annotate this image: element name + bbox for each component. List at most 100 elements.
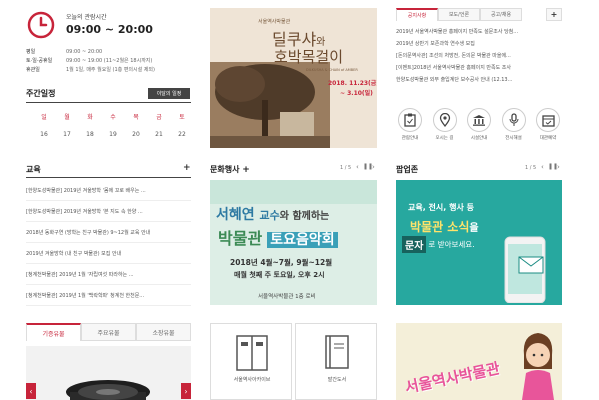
hours-row-value: 1월 1일, 매주 월요일 (1층 편의시설 제외) <box>66 67 155 74</box>
quick-link-label: 관람안내 <box>401 136 419 141</box>
relics-panel: 기증유물 주요유물 소장유물 ‹ › <box>26 323 191 400</box>
quick-link-guide[interactable]: 관람안내 <box>396 108 424 141</box>
culture-next-arrow[interactable]: › <box>372 163 375 171</box>
popup-panel: 팝업존 1 / 5 ‹ ❚❚ › 교육, 전시, 행사 등 박물관 소식을 문자… <box>396 162 562 307</box>
hours-table: 평일 09:00 ~ 20:00 토·일·공휴일 09:00 ~ 19:00 (11… <box>26 48 191 75</box>
culture-panel: 문화행사 + 1 / 5 ‹ ❚❚ › 서혜연 교수와 함께하는 박물관 토요음… <box>210 162 377 307</box>
quick-link-label: 대관예약 <box>539 136 557 141</box>
relic-prev-arrow[interactable]: ‹ <box>26 383 36 399</box>
tab-major-relics[interactable]: 주요유물 <box>81 323 136 341</box>
schedule-title: 주간일정 <box>26 89 56 98</box>
date-cell[interactable]: 20 <box>128 131 144 138</box>
list-item[interactable]: [이벤트]2018년 서울역사박물관 홈페이지 만족도 조사 <box>396 61 562 73</box>
tab-notice[interactable]: 공지사항 <box>396 8 438 21</box>
sms-line3: 문자 로 받아보세요. <box>402 236 475 253</box>
list-item[interactable]: 2018년 동화구연 (방학는 친구 박물관) 9~12월 교육 안내 <box>26 222 191 243</box>
date-cell[interactable]: 18 <box>82 131 98 138</box>
education-more-button[interactable]: + <box>183 163 191 173</box>
list-item[interactable]: 2019년 상반기 보존과학 연수생 모집 <box>396 37 562 49</box>
clipboard-icon <box>398 108 422 132</box>
weekday-row: 일 월 화 수 목 금 토 <box>36 112 190 121</box>
list-item[interactable]: [청계천박물관] 2019년 1월 '자립여섯 따라하는 ... <box>26 264 191 285</box>
banner-org: 서울역사박물관 <box>258 19 291 25</box>
list-item[interactable]: [돈의문역사관] 조선의 처방전, 돈의문 박물관 마을에... <box>396 49 562 61</box>
list-item[interactable]: [한양도성박물관] 2019년 겨울방학 '본 지도 속 한양 ... <box>26 201 191 222</box>
museum-illustration-banner[interactable]: 서울역사박물관 <box>396 323 562 400</box>
relic-photo <box>26 346 191 400</box>
quick-link-audio-guide[interactable]: 전시해설 <box>500 108 528 141</box>
concert-museum: 박물관 <box>218 229 263 248</box>
date-cell[interactable]: 19 <box>105 131 121 138</box>
sepia-photo <box>210 62 330 148</box>
culture-title: 문화행사 + <box>210 164 250 175</box>
concert-with: 와 함께하는 <box>279 211 330 222</box>
tab-donated-relics[interactable]: 기증유물 <box>26 323 81 341</box>
concert-dates: 2018년 4월~7월, 9월~12월 <box>230 258 333 267</box>
sms-particle: 을 <box>469 223 479 234</box>
books-label: 발간도서 <box>327 377 347 383</box>
divider <box>26 177 191 178</box>
tab-press[interactable]: 보도/언론 <box>438 8 480 21</box>
sms-line1: 교육, 전시, 행사 등 <box>408 203 474 212</box>
archive-link[interactable]: 서울역사아카이브 <box>210 323 292 400</box>
notice-panel: 공지사항 보도/언론 공고/채용 + 2019년 서울역사박물관 홍페이지 만족… <box>396 8 562 88</box>
weekday-label: 목 <box>133 114 139 121</box>
hours-time: 09:00 ~ 20:00 <box>66 23 153 36</box>
books-link[interactable]: 발간도서 <box>295 323 377 400</box>
hours-panel: 오늘의 관람시간 09:00 ~ 20:00 평일 09:00 ~ 20:00 토… <box>26 8 191 84</box>
weekday-label: 화 <box>87 114 93 121</box>
tab-collection-relics[interactable]: 소장유물 <box>136 323 191 341</box>
microphone-icon <box>501 108 526 132</box>
list-item[interactable]: 2019년 겨울방학 (내 친구 박물관) 모집 안내 <box>26 243 191 264</box>
culture-prev-arrow[interactable]: ‹ <box>356 163 359 171</box>
hours-row-value: 09:00 ~ 20:00 <box>66 49 103 56</box>
banner-date-end: ~ 3.10(일) <box>340 90 373 97</box>
date-cell[interactable]: 16 <box>36 131 52 138</box>
concert-line2: 박물관 토요음악회 <box>218 225 338 249</box>
quick-links: 관람안내 오시는 길 시설안내 전시해설 대관예약 <box>396 108 562 141</box>
culture-title-text: 문화행사 <box>210 165 240 174</box>
relic-next-arrow[interactable]: › <box>181 383 191 399</box>
culture-more-button[interactable]: + <box>242 165 250 175</box>
list-item[interactable]: [한양도성박물관] 2019년 겨울방학 '몸에 꼬로 배우는 ... <box>26 180 191 201</box>
quick-link-label: 전시해설 <box>505 136 522 141</box>
weekly-schedule: 주간일정 이달의 일정 일 월 화 수 목 금 토 16 17 18 19 20… <box>26 88 191 150</box>
popup-next-arrow[interactable]: › <box>557 163 560 171</box>
popup-prev-arrow[interactable]: ‹ <box>541 163 544 171</box>
sms-banner[interactable]: 교육, 전시, 행사 등 박물관 소식을 문자 로 받아보세요. <box>396 180 562 305</box>
concert-banner[interactable]: 서혜연 교수와 함께하는 박물관 토요음악회 2018년 4월~7월, 9월~1… <box>210 180 377 305</box>
hours-row-key: 평일 <box>26 49 36 56</box>
quick-link-rental[interactable]: 대관예약 <box>534 108 562 141</box>
list-item[interactable]: 2019년 서울역사박물관 홍페이지 만족도 설문조사 당첨... <box>396 25 562 37</box>
popup-title: 팝업존 <box>396 165 419 174</box>
exhibition-banner[interactable]: 서울역사박물관 딜쿠샤와 호박목걸이 DILKUSHA & CHAIN of A… <box>210 8 377 148</box>
quick-link-facilities[interactable]: 시설안내 <box>465 108 493 141</box>
date-cell[interactable]: 21 <box>151 131 167 138</box>
tab-recruit[interactable]: 공고/채용 <box>480 8 522 21</box>
hours-row-key: 토·일·공휴일 <box>26 58 53 65</box>
hours-row-value: 09:00 ~ 19:00 (11~2월은 18시까지) <box>66 58 153 65</box>
sms-badge: 문자 <box>402 236 427 253</box>
culture-pager: 1 / 5 <box>340 165 352 171</box>
banner-stripe <box>210 180 377 204</box>
concert-role: 교수 <box>259 209 280 222</box>
quick-link-label: 오시는 길 <box>435 136 454 141</box>
hours-label: 오늘의 관람시간 <box>66 14 107 21</box>
quick-link-label: 시설안내 <box>470 136 488 141</box>
concert-name: 서혜연 <box>216 207 255 223</box>
quick-link-directions[interactable]: 오시는 길 <box>431 108 459 141</box>
monthly-schedule-button[interactable]: 이달의 일정 <box>148 88 190 99</box>
concert-time: 매월 첫째 주 토요일, 오후 2시 <box>234 271 325 279</box>
notice-more-button[interactable]: + <box>546 8 562 21</box>
list-item[interactable]: [청계천박물관] 2019년 1월 '백락학파' 청계천 한천문... <box>26 285 191 306</box>
notice-list: 2019년 서울역사박물관 홍페이지 만족도 설문조사 당첨... 2019년 … <box>396 25 562 85</box>
date-cell[interactable]: 17 <box>59 131 75 138</box>
date-cell[interactable]: 22 <box>174 131 190 138</box>
list-item[interactable]: 한양도성박물관 외부 출입계단 보수공사 안내 (12.13... <box>396 73 562 85</box>
education-panel: 교육 + [한양도성박물관] 2019년 겨울방학 '몸에 꼬로 배우는 ...… <box>26 162 191 312</box>
calendar-icon <box>536 108 560 132</box>
book-icon <box>324 334 350 374</box>
education-title: 교육 <box>26 165 41 174</box>
map-pin-icon <box>432 108 457 132</box>
banner-title-line2: 호박목걸이 <box>274 48 344 66</box>
